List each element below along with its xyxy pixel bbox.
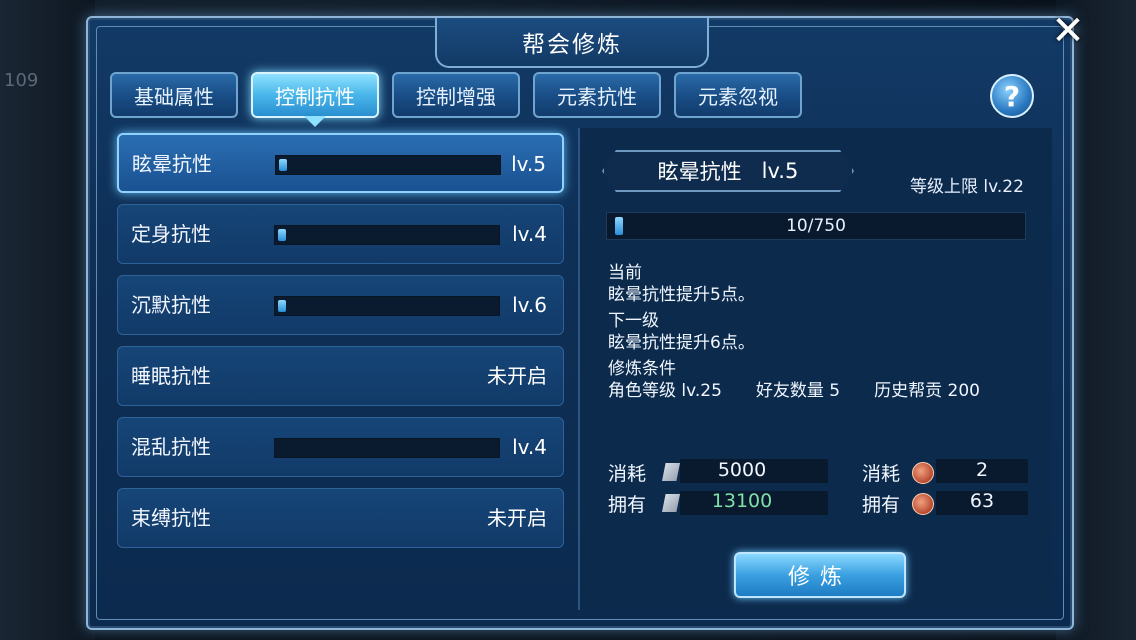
paper-currency-icon — [662, 494, 680, 512]
item-progress-fill — [279, 159, 287, 171]
cultivate-button[interactable]: 修炼 — [734, 552, 906, 598]
item-level: lv.6 — [512, 293, 547, 317]
item-name: 睡眠抗性 — [131, 364, 211, 388]
conditions-text: 角色等级 lv.25 好友数量 5 历史帮贡 200 — [608, 381, 980, 401]
item-progress-bar — [275, 155, 501, 175]
list-item-root[interactable]: 定身抗性 lv.4 — [117, 204, 564, 264]
tab-element-ignore[interactable]: 元素忽视 — [674, 72, 802, 118]
guild-coin-icon — [912, 493, 934, 515]
exp-text: 10/750 — [786, 216, 846, 236]
paper-currency-icon — [662, 463, 680, 481]
list-item-stun[interactable]: 眩晕抗性 lv.5 — [117, 133, 564, 193]
item-name: 束缚抗性 — [131, 506, 211, 530]
resistance-list: 眩晕抗性 lv.5 定身抗性 lv.4 沉默抗性 lv.6 睡眠抗性 未开启 混… — [112, 128, 572, 610]
own-label: 拥有 — [608, 494, 647, 516]
item-level: lv.4 — [512, 435, 547, 459]
paper-consume-value: 5000 — [717, 459, 767, 481]
detail-panel: 眩晕抗性 lv.5 等级上限 lv.22 10/750 当前 眩晕抗性提升5点。… — [578, 128, 1052, 610]
active-tab-pointer — [304, 116, 326, 127]
item-progress-bar — [274, 296, 500, 316]
item-status: 未开启 — [487, 506, 547, 530]
window-title: 帮会修炼 — [522, 32, 622, 58]
coin-consume-value: 2 — [975, 459, 989, 481]
exp-progress-bar: 10/750 — [606, 212, 1026, 240]
tab-element-resistance[interactable]: 元素抗性 — [533, 72, 661, 118]
detail-name: 眩晕抗性 — [657, 160, 742, 184]
paper-own-value: 13100 — [711, 490, 773, 512]
level-cap: 等级上限 lv.22 — [910, 177, 1024, 197]
item-name: 眩晕抗性 — [132, 152, 212, 176]
item-progress-bar — [274, 225, 500, 245]
item-progress-fill — [278, 300, 286, 312]
current-effect: 眩晕抗性提升5点。 — [608, 285, 755, 305]
tab-basic-attributes[interactable]: 基础属性 — [110, 72, 238, 118]
item-level: lv.5 — [511, 152, 546, 176]
help-button[interactable]: ? — [990, 74, 1034, 118]
tab-control-resistance[interactable]: 控制抗性 — [251, 72, 379, 118]
title-bar: 帮会修炼 — [435, 18, 709, 68]
item-progress-bar — [274, 438, 500, 458]
background-left-hud — [0, 0, 95, 640]
item-name: 定身抗性 — [131, 222, 211, 246]
coin-own-value: 63 — [969, 490, 995, 512]
background-number: 109 — [4, 70, 39, 91]
detail-level: lv.5 — [761, 159, 799, 183]
consume-label: 消耗 — [608, 463, 647, 485]
guild-coin-icon — [912, 462, 934, 484]
own-label: 拥有 — [862, 494, 901, 516]
item-name: 沉默抗性 — [131, 293, 211, 317]
detail-header: 眩晕抗性 lv.5 — [602, 150, 854, 192]
list-item-silence[interactable]: 沉默抗性 lv.6 — [117, 275, 564, 335]
close-button[interactable]: ✕ — [1045, 8, 1091, 54]
item-name: 混乱抗性 — [131, 435, 211, 459]
list-item-bind[interactable]: 束缚抗性 未开启 — [117, 488, 564, 548]
item-status: 未开启 — [487, 364, 547, 388]
next-effect: 眩晕抗性提升6点。 — [608, 333, 755, 353]
item-progress-fill — [278, 229, 286, 241]
consume-label: 消耗 — [862, 463, 901, 485]
tab-control-enhance[interactable]: 控制增强 — [392, 72, 520, 118]
list-item-confusion[interactable]: 混乱抗性 lv.4 — [117, 417, 564, 477]
list-item-sleep[interactable]: 睡眠抗性 未开启 — [117, 346, 564, 406]
item-level: lv.4 — [512, 222, 547, 246]
